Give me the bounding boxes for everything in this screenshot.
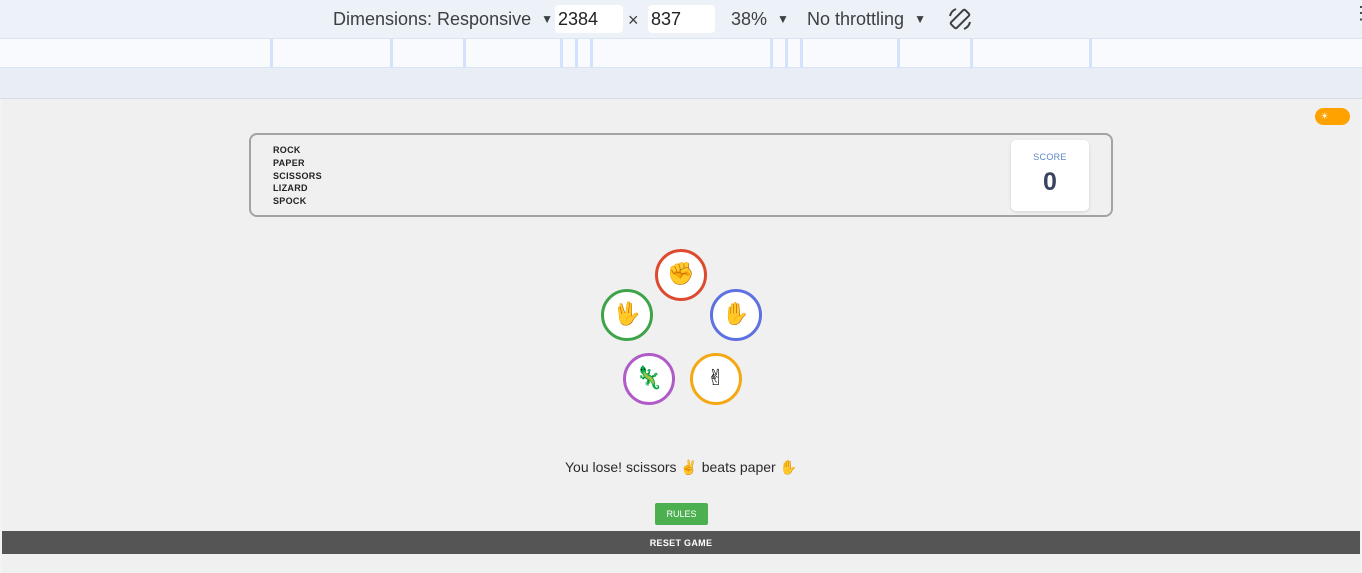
spock-icon: 🖖 (613, 302, 641, 327)
paper-icon: ✋ (722, 302, 750, 327)
media-query-marker[interactable] (463, 39, 466, 69)
title-word: PAPER (273, 157, 305, 168)
page-viewport: ☀ ROCK PAPER SCISSORS LIZARD SPOCK SCORE… (2, 99, 1360, 573)
score-value: 0 (1043, 168, 1057, 196)
rock-icon: ✊ (667, 262, 695, 287)
rules-button[interactable]: RULES (655, 503, 708, 525)
media-query-marker[interactable] (390, 39, 393, 69)
reset-game-button[interactable]: RESET GAME (2, 531, 1360, 554)
media-query-bar (0, 38, 1362, 69)
sun-icon: ☀ (1319, 111, 1330, 122)
height-input[interactable] (648, 5, 715, 33)
throttling-dropdown[interactable]: No throttling ▼ (807, 0, 926, 38)
title-word: SPOCK (273, 196, 307, 207)
media-query-marker[interactable] (575, 39, 578, 69)
device-toolbar: Dimensions: Responsive ▼ × 38% ▼ No thro… (0, 0, 1362, 38)
media-query-marker[interactable] (770, 39, 773, 69)
chevron-down-icon: ▼ (541, 12, 553, 26)
spock-button[interactable]: 🖖 (601, 289, 653, 341)
game-title: ROCK PAPER SCISSORS LIZARD SPOCK (273, 144, 322, 208)
theme-toggle[interactable]: ☀ (1315, 108, 1350, 125)
media-query-marker[interactable] (270, 39, 273, 69)
scoreboard-header: ROCK PAPER SCISSORS LIZARD SPOCK SCORE 0 (249, 133, 1113, 217)
rock-button[interactable]: ✊ (655, 249, 707, 301)
media-query-marker[interactable] (560, 39, 563, 69)
times-icon: × (628, 10, 639, 30)
scissors-icon: ✌ (706, 366, 726, 391)
chevron-down-icon: ▼ (777, 12, 789, 26)
media-query-marker[interactable] (785, 39, 788, 69)
title-word: SCISSORS (273, 170, 322, 181)
media-query-marker[interactable] (897, 39, 900, 69)
ruler-bar (0, 68, 1362, 99)
lizard-button[interactable]: 🦎 (623, 353, 675, 405)
rotate-icon[interactable] (946, 5, 974, 33)
chevron-down-icon: ▼ (914, 12, 926, 26)
throttling-label: No throttling (807, 8, 905, 29)
dimensions-label: Dimensions: Responsive (333, 8, 532, 29)
rotate-icon-graphic (949, 8, 971, 30)
media-query-marker[interactable] (1089, 39, 1092, 69)
more-options-icon[interactable]: ⋮ (1352, 4, 1362, 22)
score-card: SCORE 0 (1011, 140, 1089, 211)
title-word: LIZARD (273, 183, 308, 194)
paper-button[interactable]: ✋ (710, 289, 762, 341)
media-query-marker[interactable] (590, 39, 593, 69)
dimensions-dropdown[interactable]: Dimensions: Responsive ▼ (333, 0, 553, 38)
lizard-icon: 🦎 (635, 366, 663, 391)
width-input[interactable] (555, 5, 623, 33)
media-query-marker[interactable] (970, 39, 973, 69)
score-label: SCORE (1033, 152, 1067, 162)
result-message: You lose! scissors ✌ beats paper ✋ (564, 459, 797, 475)
title-word: ROCK (273, 145, 301, 155)
zoom-dropdown[interactable]: 38% ▼ (731, 0, 789, 38)
scissors-button[interactable]: ✌ (690, 353, 742, 405)
media-query-marker[interactable] (800, 39, 803, 69)
zoom-label: 38% (731, 8, 768, 29)
